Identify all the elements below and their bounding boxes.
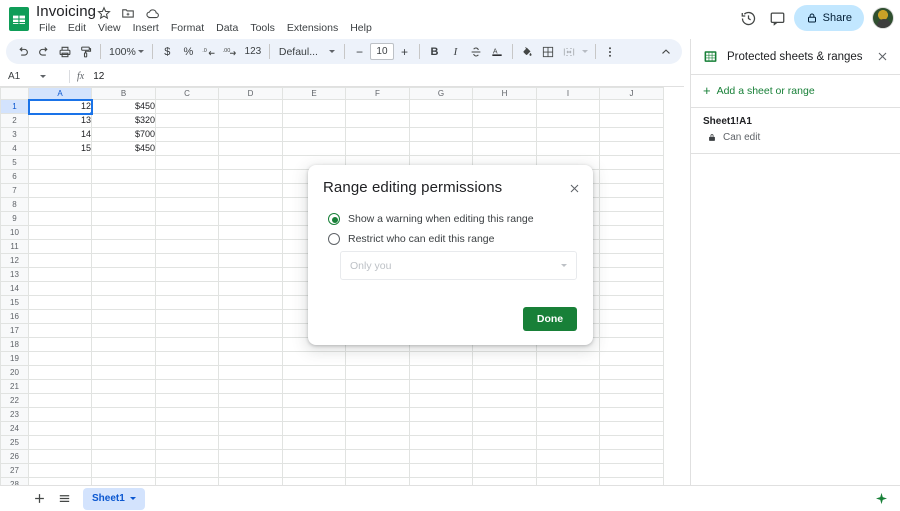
dialog-title: Range editing permissions [323, 179, 502, 196]
range-editing-permissions-dialog: Range editing permissions Show a warning… [308, 165, 593, 345]
editors-dropdown[interactable]: Only you [340, 251, 577, 280]
done-button[interactable]: Done [523, 307, 577, 331]
chevron-down-icon [561, 264, 567, 267]
radio-option-restrict-editors-label: Restrict who can edit this range [348, 233, 495, 245]
close-icon[interactable] [565, 179, 583, 197]
radio-button-selected[interactable] [328, 213, 340, 225]
radio-option-show-warning[interactable]: Show a warning when editing this range [328, 213, 534, 225]
radio-option-show-warning-label: Show a warning when editing this range [348, 213, 534, 225]
radio-button-unselected[interactable] [328, 233, 340, 245]
sheets-app-window: Invoicing File Edit View [0, 0, 900, 511]
radio-option-restrict-editors[interactable]: Restrict who can edit this range [328, 233, 495, 245]
editors-dropdown-value: Only you [350, 260, 561, 272]
